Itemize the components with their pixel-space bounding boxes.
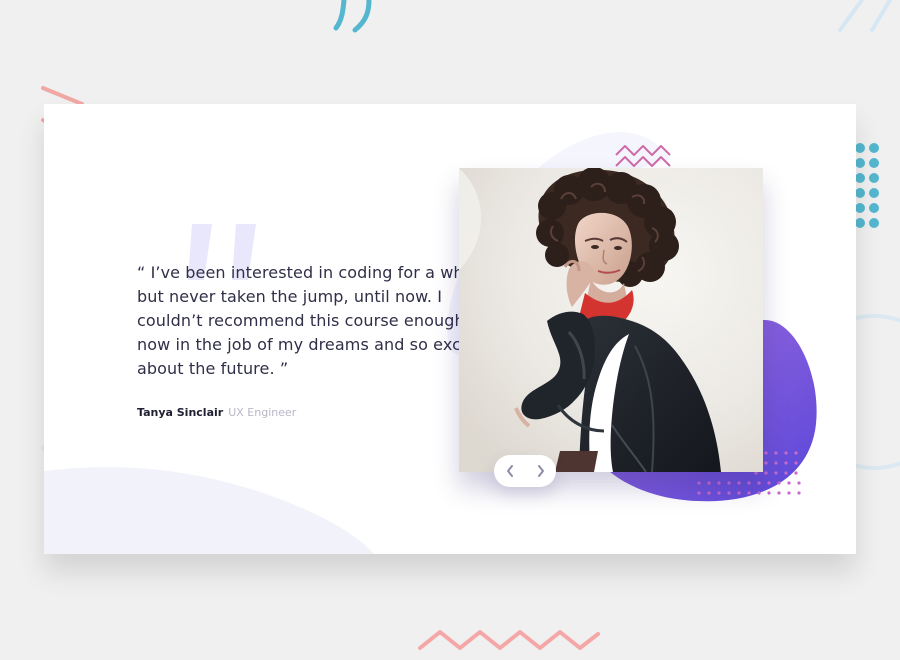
author-name: Tanya Sinclair (137, 406, 224, 419)
testimonial-author: Tanya Sinclair UX Engineer (137, 404, 296, 421)
testimonial-photo-area (420, 130, 830, 510)
previous-testimonial-button[interactable] (494, 455, 525, 487)
chevron-right-icon (537, 465, 544, 477)
chevron-left-icon (506, 465, 513, 477)
slider-navigation (494, 455, 556, 487)
author-role: UX Engineer (228, 406, 297, 419)
next-testimonial-button[interactable] (525, 455, 556, 487)
testimonial-page: “ I’ve been interested in coding for a w… (0, 0, 900, 660)
testimonial-photo (459, 168, 763, 472)
portrait-image (459, 168, 763, 472)
